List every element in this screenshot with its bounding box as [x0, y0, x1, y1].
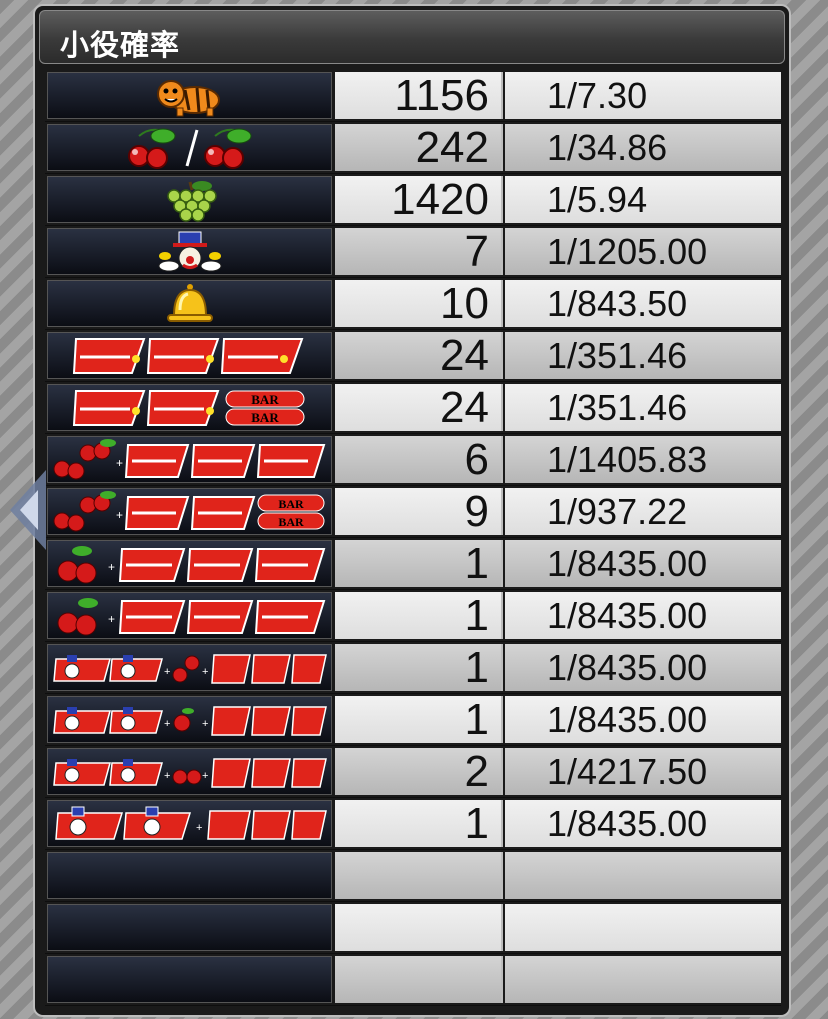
bar-label: BAR — [251, 392, 279, 407]
probability-value: 1/8435.00 — [505, 800, 781, 847]
count-value: 9 — [335, 488, 503, 535]
table-row: + BAR BAR 9 1/937.22 — [45, 486, 781, 538]
count-value: 6 — [335, 436, 503, 483]
count-value — [335, 904, 503, 951]
svg-text:+: + — [164, 718, 170, 730]
grape-icon — [47, 176, 332, 223]
probability-value: 1/34.86 — [505, 124, 781, 171]
clown-icon — [47, 228, 332, 275]
red-seven-triple-icon — [47, 332, 332, 379]
table-row-empty — [45, 954, 781, 1006]
table-row: + 1 1/8435.00 — [45, 798, 781, 850]
cherry-plus-seven-triple-icon-2: + — [47, 540, 332, 587]
count-value: 2 — [335, 748, 503, 795]
table-row: + 6 1/1405.83 — [45, 434, 781, 486]
svg-text:+: + — [116, 508, 123, 522]
table-row: + + 1 1/8435.00 — [45, 694, 781, 746]
clown-seven-cherry-seven-icon-3: + + — [47, 748, 332, 795]
table-row: 1420 1/5.94 — [45, 174, 781, 226]
page-title: 小役確率 — [60, 28, 181, 62]
probability-value: 1/843.50 — [505, 280, 781, 327]
count-value — [335, 852, 503, 899]
count-value: 24 — [335, 332, 503, 379]
probability-value: 1/8435.00 — [505, 540, 781, 587]
bar-label: BAR — [251, 410, 279, 425]
cherry-plus-seven-bar-icon: + BAR BAR — [47, 488, 332, 535]
count-value: 1 — [335, 644, 503, 691]
probability-value: 1/1405.83 — [505, 436, 781, 483]
table-row: + + 2 1/4217.50 — [45, 746, 781, 798]
count-value: 1156 — [335, 72, 503, 119]
table-row-empty — [45, 902, 781, 954]
svg-text:+: + — [116, 456, 123, 470]
table-row: + 1 1/8435.00 — [45, 590, 781, 642]
clown-seven-cherry-seven-icon-2: + + — [47, 696, 332, 743]
probability-value — [505, 904, 781, 951]
probability-value: 1/8435.00 — [505, 592, 781, 639]
table-row: 24 1/351.46 — [45, 330, 781, 382]
svg-text:+: + — [108, 560, 115, 574]
tiger-icon — [47, 72, 332, 119]
probability-value: 1/1205.00 — [505, 228, 781, 275]
clown-seven-cherry-seven-icon: + + — [47, 644, 332, 691]
table-row-empty — [45, 850, 781, 902]
count-value: 24 — [335, 384, 503, 431]
table-row: 242 1/34.86 — [45, 122, 781, 174]
clown-clown-seven-icon: + — [47, 800, 332, 847]
cherry-slash-cherry-icon — [47, 124, 332, 171]
bar-label: BAR — [278, 515, 304, 529]
svg-text:+: + — [202, 718, 208, 730]
probability-value: 1/937.22 — [505, 488, 781, 535]
table-row: + + 1 1/8435.00 — [45, 642, 781, 694]
stats-panel: 小役確率 1156 1/7.30 242 1/34.86 1420 1/5.94… — [33, 4, 791, 1017]
count-value: 1 — [335, 800, 503, 847]
probability-value — [505, 852, 781, 899]
count-value: 10 — [335, 280, 503, 327]
cherry-plus-seven-triple-icon: + — [47, 436, 332, 483]
table-row: 7 1/1205.00 — [45, 226, 781, 278]
bar-label: BAR — [278, 497, 304, 511]
probability-table: 1156 1/7.30 242 1/34.86 1420 1/5.94 7 1/… — [45, 70, 781, 1006]
svg-text:+: + — [202, 666, 208, 678]
count-value: 1 — [335, 540, 503, 587]
empty-icon-cell — [47, 904, 332, 951]
table-row: + 1 1/8435.00 — [45, 538, 781, 590]
red-seven-double-bar-icon: BAR BAR — [47, 384, 332, 431]
cherry-plus-seven-triple-icon-3: + — [47, 592, 332, 639]
title-bar: 小役確率 — [39, 10, 785, 64]
probability-value: 1/8435.00 — [505, 644, 781, 691]
probability-value: 1/351.46 — [505, 332, 781, 379]
svg-text:+: + — [196, 822, 202, 834]
count-value: 1420 — [335, 176, 503, 223]
count-value: 242 — [335, 124, 503, 171]
probability-value: 1/7.30 — [505, 72, 781, 119]
svg-text:+: + — [108, 612, 115, 626]
svg-text:+: + — [164, 666, 170, 678]
svg-text:+: + — [202, 770, 208, 782]
table-row: BAR BAR 24 1/351.46 — [45, 382, 781, 434]
probability-value: 1/8435.00 — [505, 696, 781, 743]
probability-value: 1/5.94 — [505, 176, 781, 223]
empty-icon-cell — [47, 956, 332, 1003]
count-value — [335, 956, 503, 1003]
count-value: 1 — [335, 696, 503, 743]
count-value: 7 — [335, 228, 503, 275]
probability-value: 1/351.46 — [505, 384, 781, 431]
empty-icon-cell — [47, 852, 332, 899]
svg-text:+: + — [164, 770, 170, 782]
table-row: 10 1/843.50 — [45, 278, 781, 330]
previous-page-arrow-highlight — [20, 490, 38, 530]
probability-value — [505, 956, 781, 1003]
count-value: 1 — [335, 592, 503, 639]
table-row: 1156 1/7.30 — [45, 70, 781, 122]
bell-icon — [47, 280, 332, 327]
probability-value: 1/4217.50 — [505, 748, 781, 795]
